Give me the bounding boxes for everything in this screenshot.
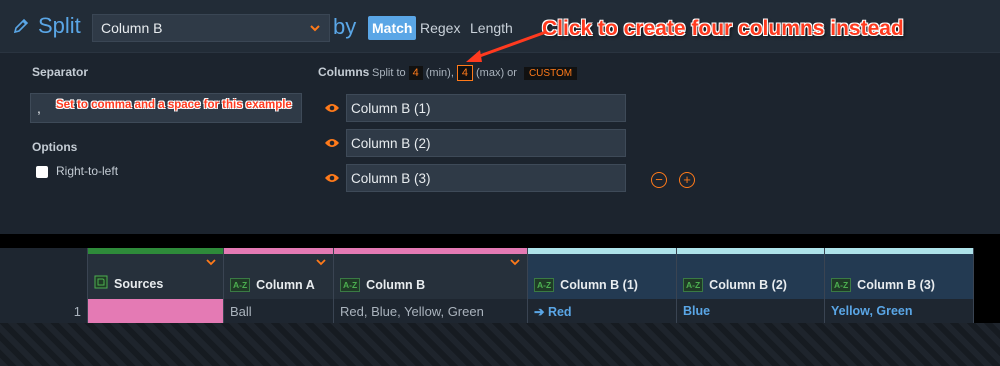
- split-label: Split: [38, 13, 81, 38]
- annotation-separator: Set to comma and a space for this exampl…: [56, 99, 292, 111]
- column-color-bar: [224, 248, 333, 254]
- column-select[interactable]: Column B: [92, 14, 330, 42]
- minus-circle-icon[interactable]: −: [651, 172, 667, 188]
- annotation-main: Click to create four columns instead: [542, 17, 904, 40]
- plus-circle-icon[interactable]: +: [679, 172, 695, 188]
- column-select-value: Column B: [101, 20, 163, 36]
- string-type-icon: A-Z: [683, 278, 704, 292]
- separator-label: Separator: [32, 65, 89, 79]
- column-color-bar: [825, 248, 973, 254]
- split-title: Split: [12, 12, 81, 40]
- min-columns-input[interactable]: 4: [408, 66, 423, 80]
- mode-tab-regex[interactable]: Regex: [416, 16, 464, 40]
- eye-icon[interactable]: [324, 102, 340, 114]
- row-number: 1: [0, 299, 88, 323]
- eye-icon[interactable]: [324, 172, 340, 184]
- eye-icon[interactable]: [324, 137, 340, 149]
- output-column-name[interactable]: Column B (1): [346, 94, 626, 122]
- column-color-bar: [677, 248, 824, 254]
- options-label: Options: [32, 140, 78, 154]
- column-header-label: Column A: [256, 278, 315, 292]
- right-to-left-label: Right-to-left: [56, 164, 119, 178]
- column-header-column-b-2[interactable]: A-Z Column B (2): [677, 248, 825, 299]
- column-header-sources[interactable]: Sources: [88, 248, 224, 299]
- custom-button[interactable]: CUSTOM: [523, 66, 578, 80]
- cell-column-b-2[interactable]: Blue: [677, 299, 825, 323]
- chevron-down-icon: [310, 25, 320, 32]
- column-header-label: Column B (3): [857, 278, 935, 292]
- right-to-left-checkbox[interactable]: [36, 166, 48, 178]
- output-column-row: Column B (1): [324, 94, 626, 122]
- row-number-header: [0, 248, 88, 299]
- cell-value: Red: [547, 305, 572, 319]
- chevron-down-icon[interactable]: [206, 258, 216, 266]
- column-color-bar: [88, 248, 223, 254]
- separator-value: ,: [37, 100, 41, 116]
- cell-column-b-3[interactable]: Yellow, Green: [825, 299, 974, 323]
- arrow-right-icon: ➔: [534, 305, 548, 319]
- column-header-column-b[interactable]: A-Z Column B: [334, 248, 528, 299]
- source-cell[interactable]: [88, 299, 224, 323]
- output-column-row: Column B (3): [324, 164, 626, 192]
- annotation-arrow: [466, 30, 547, 62]
- string-type-icon: A-Z: [340, 278, 361, 292]
- column-header-column-a[interactable]: A-Z Column A: [224, 248, 334, 299]
- table-row: 1 Ball Red, Blue, Yellow, Green ➔ Red Bl…: [0, 299, 974, 323]
- pencil-icon: [12, 17, 30, 35]
- empty-area: [0, 323, 1000, 366]
- mode-tab-match[interactable]: Match: [368, 16, 417, 40]
- column-color-bar: [334, 248, 527, 254]
- file-icon: [94, 275, 108, 292]
- split-options-panel: Separator , Set to comma and a space for…: [0, 52, 1000, 234]
- cell-column-a[interactable]: Ball: [224, 299, 334, 323]
- output-column-row: Column B (2): [324, 129, 626, 157]
- column-header-label: Column B (2): [709, 278, 787, 292]
- column-color-bar: [528, 248, 676, 254]
- string-type-icon: A-Z: [831, 278, 852, 292]
- max-label: (max) or: [476, 67, 517, 79]
- columns-label: Columns: [318, 65, 370, 79]
- output-column-name[interactable]: Column B (2): [346, 129, 626, 157]
- string-type-icon: A-Z: [534, 278, 555, 292]
- column-header-label: Sources: [114, 276, 164, 291]
- min-label: (min),: [425, 67, 454, 79]
- column-header-column-b-3[interactable]: A-Z Column B (3): [825, 248, 974, 299]
- by-label: by: [333, 14, 357, 39]
- chevron-down-icon[interactable]: [316, 258, 326, 266]
- data-grid: Sources A-Z Column A A-Z Column B A-Z Colum…: [0, 248, 974, 323]
- chevron-down-icon[interactable]: [510, 258, 520, 266]
- cell-column-b[interactable]: Red, Blue, Yellow, Green: [334, 299, 528, 323]
- split-to-label: Split to: [372, 67, 406, 79]
- string-type-icon: A-Z: [230, 278, 251, 292]
- column-header-label: Column B (1): [560, 278, 638, 292]
- column-header-label: Column B: [366, 278, 426, 292]
- cell-column-b-1[interactable]: ➔ Red: [528, 299, 677, 323]
- output-column-name[interactable]: Column B (3): [346, 164, 626, 192]
- column-header-column-b-1[interactable]: A-Z Column B (1): [528, 248, 677, 299]
